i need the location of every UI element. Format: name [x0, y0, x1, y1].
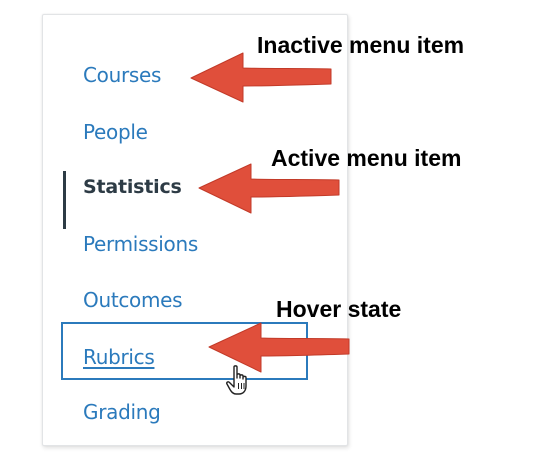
menu-item-outcomes[interactable]: Outcomes — [83, 288, 183, 312]
left-arrow-icon — [208, 322, 350, 373]
menu-item-grading[interactable]: Grading — [83, 400, 161, 424]
menu-item-rubrics[interactable]: Rubrics — [83, 345, 155, 369]
menu-item-courses[interactable]: Courses — [83, 63, 161, 87]
menu-item-rubrics-label: Rubrics — [83, 345, 155, 369]
menu-item-people[interactable]: People — [83, 120, 148, 144]
annotation-hover-state: Hover state — [276, 296, 402, 322]
active-indicator-bar — [63, 171, 66, 229]
annotation-inactive-menu-item: Inactive menu item — [257, 32, 465, 58]
menu-item-statistics[interactable]: Statistics — [83, 175, 182, 199]
annotation-active-menu-item: Active menu item — [271, 145, 462, 171]
menu-item-permissions[interactable]: Permissions — [83, 232, 198, 256]
